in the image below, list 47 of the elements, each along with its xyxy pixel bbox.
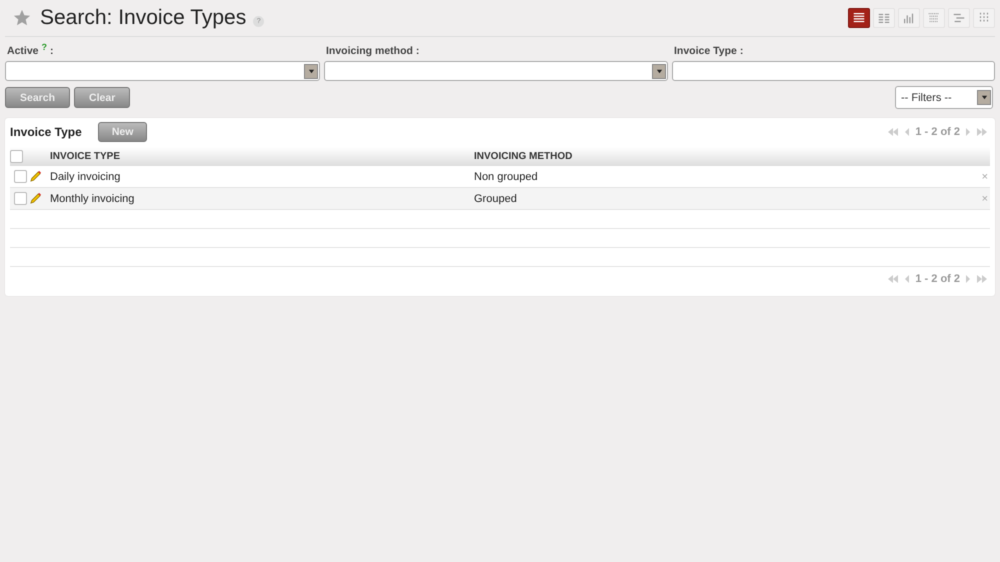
text-field[interactable] xyxy=(672,61,995,81)
pencil-icon[interactable] xyxy=(29,192,42,205)
table-cell: Grouped xyxy=(474,188,976,210)
search-button[interactable]: Search xyxy=(5,87,70,108)
help-mark[interactable]: ? xyxy=(42,42,48,52)
new-button[interactable]: New xyxy=(98,122,148,142)
star-icon[interactable] xyxy=(13,9,31,27)
next-page-icon[interactable] xyxy=(965,127,971,137)
field-label: Active xyxy=(7,45,39,57)
page-title: Search: Invoice Types xyxy=(40,6,246,30)
colon: : xyxy=(50,45,54,57)
filters-select[interactable]: -- Filters -- xyxy=(895,86,993,109)
list-icon[interactable] xyxy=(852,11,866,25)
field-label: Invoice Type xyxy=(674,45,737,57)
last-page-icon[interactable] xyxy=(976,274,988,284)
clear-button[interactable]: Clear xyxy=(74,87,130,108)
column-header[interactable]: INVOICE TYPE xyxy=(50,147,474,166)
gantt-view-button[interactable] xyxy=(948,8,970,28)
column-header[interactable]: INVOICING METHOD xyxy=(474,147,976,166)
table-cell: Monthly invoicing xyxy=(50,188,474,210)
previous-page-icon[interactable] xyxy=(904,127,910,137)
calendar-view-button[interactable] xyxy=(923,8,945,28)
row-checkbox[interactable] xyxy=(14,192,27,205)
list-title: Invoice Type xyxy=(10,125,82,139)
pager-text: 1 - 2 of 2 xyxy=(915,273,960,285)
first-page-icon[interactable] xyxy=(887,274,900,284)
grid-view-button[interactable] xyxy=(973,8,995,28)
next-page-icon[interactable] xyxy=(965,274,971,284)
gantt-icon[interactable] xyxy=(952,11,966,25)
select-all-checkbox[interactable] xyxy=(10,150,23,163)
list-view-button[interactable] xyxy=(848,8,870,28)
columns-icon[interactable] xyxy=(877,11,891,25)
previous-page-icon[interactable] xyxy=(904,274,910,284)
graph-view-button[interactable] xyxy=(898,8,920,28)
row-checkbox[interactable] xyxy=(14,170,27,183)
pager-text: 1 - 2 of 2 xyxy=(915,126,960,138)
select-field[interactable] xyxy=(324,61,668,81)
colon: : xyxy=(740,45,744,57)
pencil-icon[interactable] xyxy=(29,170,42,183)
colon: : xyxy=(416,45,420,57)
first-page-icon[interactable] xyxy=(887,127,900,137)
calendar-icon[interactable] xyxy=(927,11,941,25)
delete-button[interactable]: × xyxy=(982,170,990,182)
bar-chart-icon[interactable] xyxy=(902,11,916,25)
select-field[interactable] xyxy=(5,61,320,81)
field-label: Invoicing method xyxy=(326,45,413,57)
last-page-icon[interactable] xyxy=(976,127,988,137)
